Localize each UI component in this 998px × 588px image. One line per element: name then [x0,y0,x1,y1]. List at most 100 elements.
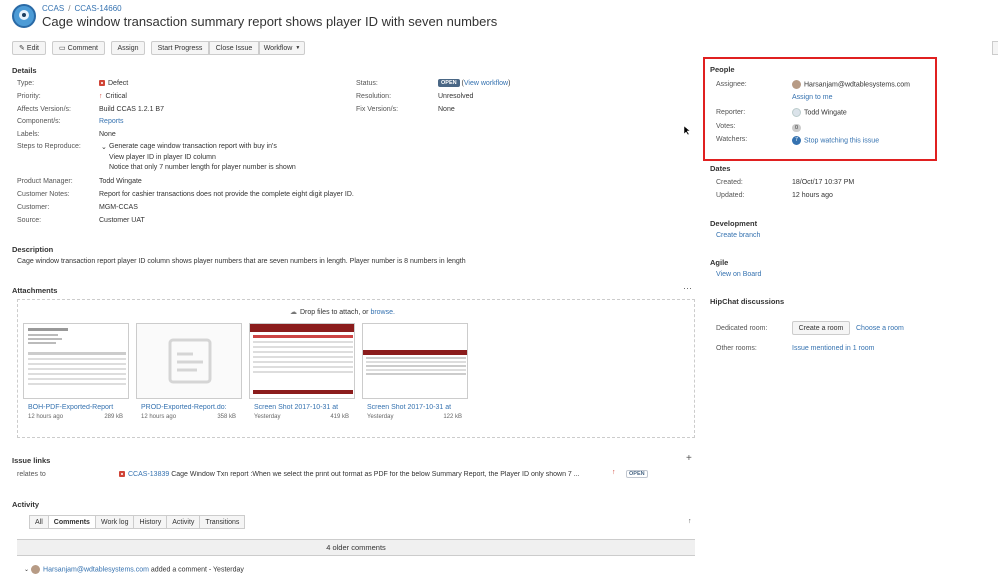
details-heading: Details [12,66,37,75]
mouse-cursor-icon [684,126,691,136]
dropzone-message: ☁ Drop files to attach, or browse. [290,308,395,316]
linked-issue-summary[interactable]: Cage Window Txn report :When we select t… [171,471,579,478]
issue-links-heading: Issue links [12,456,51,465]
assignee-text: Harsanjam@wdtablesystems.com [804,81,910,89]
tab-transitions[interactable]: Transitions [199,515,246,529]
older-comments-button[interactable]: 4 older comments [17,539,695,556]
issue-title[interactable]: Cage window transaction summary report s… [42,14,497,29]
edit-label: Edit [26,44,39,52]
watchers-value[interactable]: 7 Stop watching this issue [792,136,879,145]
product-manager-label: Product Manager: [17,178,73,185]
steps-line: View player ID in player ID column [109,154,216,161]
attachment-thumbnail[interactable] [23,323,129,399]
assign-to-me-link[interactable]: Assign to me [792,94,832,101]
breadcrumb-separator: / [68,4,71,13]
tab-comments[interactable]: Comments [47,515,95,529]
collapse-comment-icon[interactable]: ⌄ [24,567,29,573]
priority-text: Critical [105,93,127,100]
product-manager-value: Todd Wingate [99,178,142,185]
assignee-label: Assignee: [716,81,747,88]
more-options-icon[interactable]: ··· [683,283,692,293]
votes-badge[interactable]: 0 [792,124,801,132]
other-rooms-label: Other rooms: [716,345,757,352]
tab-activity[interactable]: Activity [166,515,200,529]
description-text[interactable]: Cage window transaction report player ID… [17,258,466,265]
type-label: Type: [17,80,35,87]
close-issue-button[interactable]: Close Issue [209,41,259,55]
comment-author[interactable]: Harsanjam@wdtablesystems.com [43,566,149,573]
view-workflow-link[interactable]: View workflow [464,80,508,87]
project-avatar-icon[interactable] [12,4,36,28]
linked-issue-key[interactable]: CCAS-13839 [128,471,169,478]
breadcrumb-project[interactable]: CCAS [42,4,64,13]
assignee-value[interactable]: Harsanjam@wdtablesystems.com [792,80,910,89]
caret-down-icon: ▼ [295,45,301,51]
pencil-icon: ✎ [19,45,25,52]
workflow-dropdown[interactable]: Workflow ▼ [259,41,305,55]
assign-button[interactable]: Assign [111,41,145,55]
browse-link[interactable]: browse. [370,309,395,316]
votes-label: Votes: [716,123,736,130]
watchers-count: 7 [792,136,801,145]
activity-heading: Activity [12,500,40,509]
stop-watching-link[interactable]: Stop watching this issue [804,137,879,144]
create-branch-link[interactable]: Create branch [716,232,760,239]
labels-value[interactable]: None [99,131,116,138]
attachment-thumbnail[interactable] [249,323,355,399]
issue-mentioned-link[interactable]: Issue mentioned in 1 room [792,345,875,352]
attachment-name[interactable]: Screen Shot 2017-10-31 at [254,404,346,411]
attachment-thumbnail[interactable] [362,323,468,399]
linked-priority: ↑ [612,469,619,476]
fix-version-value[interactable]: None [438,106,455,113]
create-room-button[interactable]: Create a room [792,321,850,335]
tab-all[interactable]: All [29,515,48,529]
attachment-meta: Yesterday 419 kB [254,414,349,420]
defect-icon [119,471,125,478]
components-label: Component/s: [17,118,61,125]
attachment-time: 12 hours ago [28,414,64,420]
affects-version-label: Affects Version/s: [17,106,71,113]
type-value: Defect [99,80,128,87]
cloud-upload-icon: ☁ [290,309,297,316]
choose-room-link[interactable]: Choose a room [856,325,904,332]
tab-work-log[interactable]: Work log [94,515,134,529]
breadcrumb-issue-key[interactable]: CCAS-14660 [74,4,121,13]
attachment-time: Yesterday [367,414,394,420]
comment-label: Comment [67,44,98,52]
linked-status-lozenge: OPEN [626,470,648,478]
commenter-avatar [31,565,41,574]
reporter-text: Todd Wingate [804,109,847,117]
comment-button[interactable]: ▭ Comment [52,41,105,55]
sort-order-icon[interactable]: ↑ [688,518,692,525]
attachments-heading: Attachments [12,286,58,295]
components-value[interactable]: Reports [99,118,124,125]
status-label: Status: [356,80,378,87]
linked-issue: CCAS-13839 Cage Window Txn report :When … [119,471,629,478]
resolution-value: Unresolved [438,93,474,100]
edit-button[interactable]: ✎ Edit [12,41,46,55]
start-progress-button[interactable]: Start Progress [151,41,209,55]
votes-count: 0 [792,124,801,132]
steps-label: Steps to Reproduce: [17,143,81,150]
view-on-board-link[interactable]: View on Board [716,271,761,278]
type-text: Defect [108,80,129,87]
linked-status: OPEN [626,470,648,478]
attachment-thumbnail[interactable] [136,323,242,399]
side-panel-toggle[interactable] [992,41,998,55]
affects-version-value[interactable]: Build CCAS 1.2.1 B7 [99,106,164,113]
attachment-name[interactable]: Screen Shot 2017-10-31 at [367,404,459,411]
description-heading: Description [12,245,54,254]
attachment-meta: Yesterday 122 kB [367,414,462,420]
attachment-name[interactable]: BOH-PDF-Exported-Report [28,404,120,411]
add-link-icon[interactable]: + [686,453,692,464]
tab-history[interactable]: History [133,515,167,529]
attachment-size: 289 kB [104,414,123,420]
reporter-value[interactable]: Todd Wingate [792,108,847,117]
created-value: 18/Oct/17 10:37 PM [792,179,855,186]
steps-collapse-icon[interactable]: ⌄ [101,143,107,151]
critical-priority-icon: ↑ [99,93,103,100]
priority-value: ↑ Critical [99,93,127,100]
customer-notes-value: Report for cashier transactions does not… [99,191,354,198]
customer-label: Customer: [17,204,50,211]
attachment-name[interactable]: PROD-Exported-Report.do: [141,404,233,411]
